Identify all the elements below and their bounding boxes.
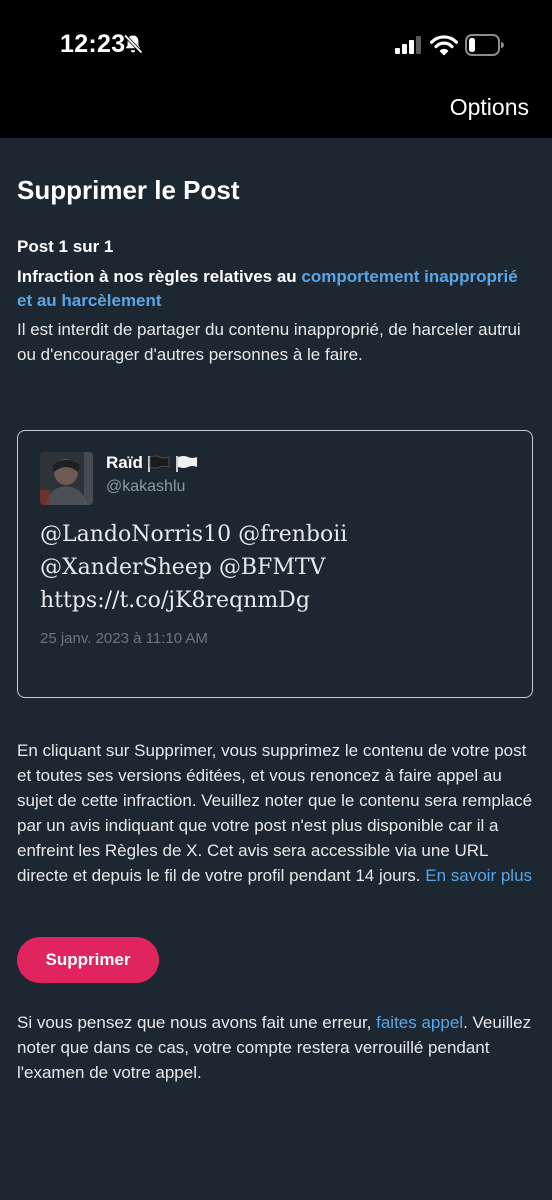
post-date: 25 janv. 2023 à 11:10 AM (40, 630, 208, 647)
bell-off-icon (123, 34, 143, 54)
post-text-line: @XanderSheep @BFMTV (40, 555, 326, 580)
author-name-text: Raïd (106, 453, 143, 472)
rule-violation-heading: Infraction à nos règles relatives au com… (17, 265, 527, 313)
appeal-text: Si vous pensez que nous avons fait une e… (17, 1010, 533, 1085)
info-body: En cliquant sur Supprimer, vous supprime… (17, 741, 533, 885)
info-text: En cliquant sur Supprimer, vous supprime… (17, 738, 533, 888)
battery-icon (465, 34, 504, 56)
white-flag-icon (175, 455, 197, 472)
signal-icon (395, 36, 421, 54)
post-text-line: https://t.co/jK8reqnmDg (40, 588, 310, 613)
delete-button[interactable]: Supprimer (17, 937, 159, 983)
page-title: Supprimer le Post (17, 175, 240, 205)
author-name: Raïd (106, 453, 199, 473)
rule-description: Il est interdit de partager du contenu i… (17, 320, 521, 364)
post-text-line: @LandoNorris10 @frenboii (40, 522, 348, 547)
status-time: 12:23 (60, 30, 126, 58)
author-handle: @kakashlu (106, 478, 186, 495)
post-text: @LandoNorris10 @frenboii @XanderSheep @B… (40, 518, 510, 617)
appeal-prefix: Si vous pensez que nous avons fait une e… (17, 1013, 377, 1032)
rule-prefix: Infraction à nos règles relatives au (17, 267, 302, 286)
black-flag-icon (147, 455, 170, 472)
avatar (40, 452, 93, 505)
top-bar: 12:23 Options (0, 0, 552, 138)
post-card: Raïd @kakashlu @LandoNorris10 @frenboii … (17, 430, 533, 698)
post-count: Post 1 sur 1 (17, 237, 114, 256)
options-button[interactable]: Options (450, 94, 529, 121)
wifi-icon (430, 35, 458, 56)
learn-more-link[interactable]: En savoir plus (425, 866, 532, 885)
appeal-link[interactable]: faites appel (376, 1013, 463, 1032)
